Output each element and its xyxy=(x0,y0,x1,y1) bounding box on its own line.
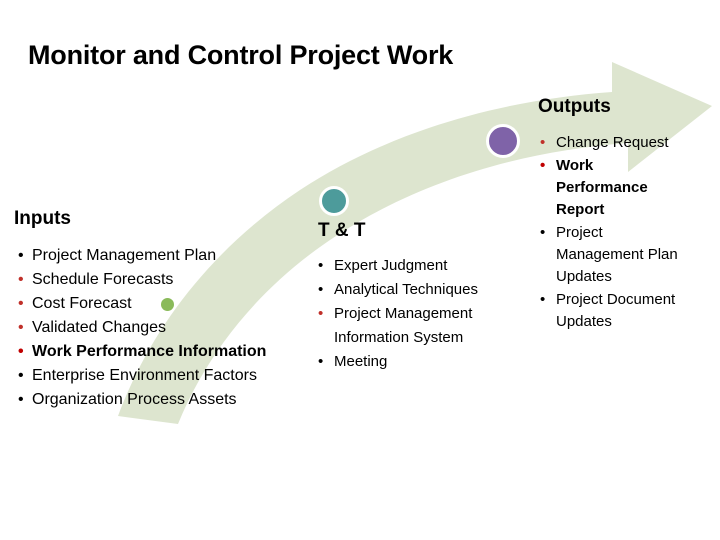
list-item: • Project Management Information System xyxy=(316,302,528,350)
bullet-icon: • xyxy=(18,271,24,288)
list-item-label: Schedule Forecasts xyxy=(32,271,174,288)
list-item: • Project Document Updates xyxy=(538,289,688,333)
tools-and-techniques-list: • Expert Judgment • Analytical Technique… xyxy=(316,254,528,374)
inputs-list: • Project Management Plan • Schedule For… xyxy=(16,244,266,412)
outputs-heading: Outputs xyxy=(538,96,611,117)
list-item-label: Project Management Information System xyxy=(334,305,473,346)
list-item: • Analytical Techniques xyxy=(316,278,528,302)
bullet-icon: • xyxy=(540,291,546,308)
bullet-icon: • xyxy=(18,247,24,264)
list-item: • Validated Changes xyxy=(16,316,266,340)
bullet-icon: • xyxy=(18,295,24,312)
list-item: • Work Performance Report xyxy=(538,155,688,221)
list-item-label: Work Performance Report xyxy=(556,157,648,218)
list-item-label: Organization Process Assets xyxy=(32,391,237,408)
list-item: • Project Management Plan xyxy=(16,244,266,268)
list-item: • Expert Judgment xyxy=(316,254,528,278)
list-item: • Cost Forecast xyxy=(16,292,266,316)
list-item-label: Cost Forecast xyxy=(32,295,132,312)
bullet-icon: • xyxy=(18,367,24,384)
list-item-label: Validated Changes xyxy=(32,319,167,336)
bullet-icon: • xyxy=(18,391,24,408)
list-item: • Organization Process Assets xyxy=(16,388,266,412)
list-item: • Project Management Plan Updates xyxy=(538,222,688,288)
page-title: Monitor and Control Project Work xyxy=(28,40,454,70)
list-item-label: Expert Judgment xyxy=(334,257,448,274)
list-item-label: Change Request xyxy=(556,134,669,151)
outputs-list: • Change Request • Work Performance Repo… xyxy=(538,132,688,334)
outputs-milestone-icon xyxy=(486,124,520,158)
bullet-icon: • xyxy=(18,319,24,336)
list-item: • Work Performance Information xyxy=(16,340,266,364)
bullet-icon: • xyxy=(540,224,546,241)
list-item: • Meeting xyxy=(316,350,528,374)
list-item: • Schedule Forecasts xyxy=(16,268,266,292)
bullet-icon: • xyxy=(318,353,324,370)
list-item: • Change Request xyxy=(538,132,688,154)
slide-canvas: Monitor and Control Project Work Inputs … xyxy=(0,0,720,540)
inputs-heading: Inputs xyxy=(14,208,71,229)
bullet-icon: • xyxy=(18,343,24,360)
list-item: • Enterprise Environment Factors xyxy=(16,364,266,388)
list-item-label: Project Management Plan xyxy=(32,247,217,264)
list-item-label: Analytical Techniques xyxy=(334,281,478,298)
bullet-icon: • xyxy=(318,305,324,322)
list-item-label: Project Document Updates xyxy=(556,291,676,330)
list-item-label: Enterprise Environment Factors xyxy=(32,367,257,384)
list-item-label: Project Management Plan Updates xyxy=(556,224,678,285)
bullet-icon: • xyxy=(318,281,324,298)
tools-and-techniques-heading: T & T xyxy=(318,220,366,241)
list-item-label: Work Performance Information xyxy=(32,343,267,360)
list-item-label: Meeting xyxy=(334,353,388,370)
bullet-icon: • xyxy=(540,157,546,174)
bullet-icon: • xyxy=(318,257,324,274)
tools-milestone-icon xyxy=(319,186,349,216)
bullet-icon: • xyxy=(540,134,546,151)
